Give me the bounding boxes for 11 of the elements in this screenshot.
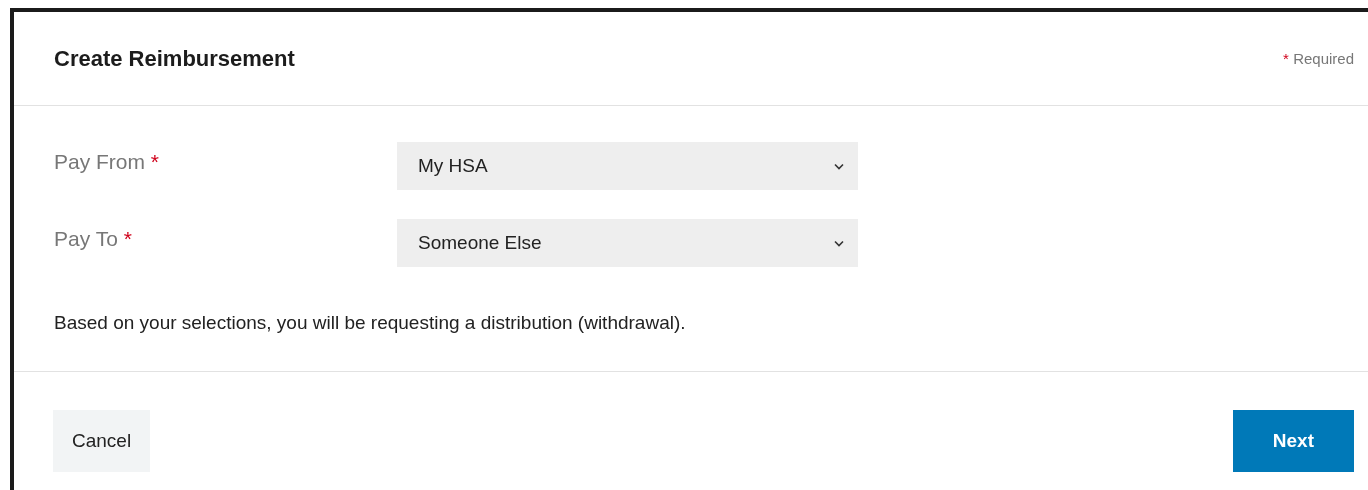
select-field[interactable]: Someone Else bbox=[397, 219, 858, 267]
field-label: Pay To * bbox=[54, 227, 133, 251]
field-label: Pay From * bbox=[54, 150, 161, 174]
chevron-down-icon bbox=[834, 162, 844, 170]
info-message: Based on your selections, you will be requesting a distribution (withdrawal). bbox=[54, 312, 687, 334]
dialog-title: Create Reimbursement bbox=[54, 45, 295, 72]
required-note: * Required bbox=[1283, 50, 1354, 67]
next-button[interactable]: Next bbox=[1232, 410, 1354, 472]
cancel-button[interactable]: Cancel bbox=[53, 410, 151, 472]
select-field[interactable]: My HSA bbox=[397, 142, 858, 190]
chevron-down-icon bbox=[834, 239, 844, 247]
